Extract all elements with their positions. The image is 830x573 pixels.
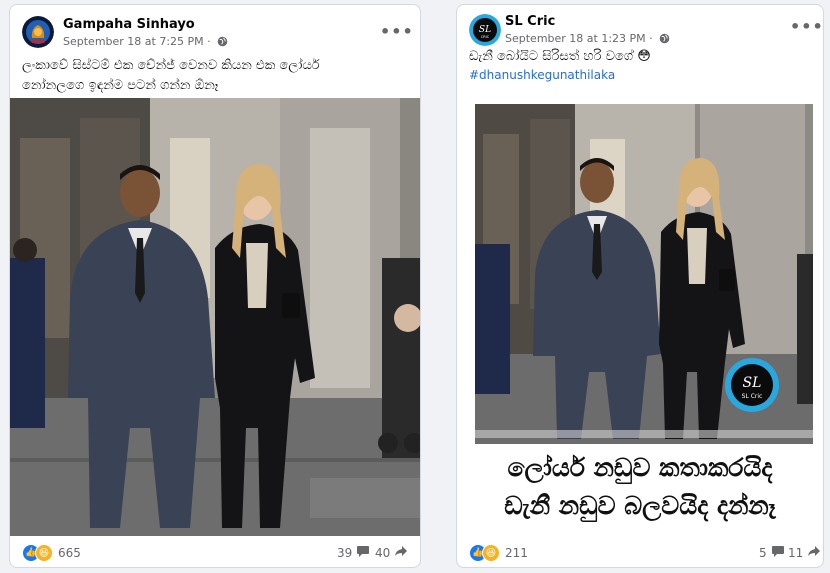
meme-line: ලෝයර් නඩුව කතාකරයිද — [507, 453, 773, 482]
slcric-logo-avatar[interactable]: SL CRIC — [469, 14, 501, 46]
post-footer: 👍 😆 665 39 40 — [10, 536, 420, 566]
share-stat[interactable]: 40 — [375, 544, 408, 561]
post-card-gampaha-sinhayo: Gampaha Sinhayo September 18 at 7:25 PM … — [9, 4, 421, 568]
page-name[interactable]: SL Cric — [505, 14, 555, 29]
flushed-emoji: 😳 — [637, 49, 651, 64]
svg-text:SL: SL — [479, 25, 491, 35]
share-count: 11 — [788, 545, 804, 560]
svg-text:CRIC: CRIC — [481, 35, 490, 39]
share-icon — [394, 544, 408, 561]
meme-text: ලෝයර් නඩුව කතාකරයිද ඩැනී නඩුව බලවයිද දන්… — [457, 449, 823, 525]
page-name[interactable]: Gampaha Sinhayo — [63, 17, 195, 32]
caption-line: නෝනලගෙ ඉඳන්ම පටන් ගන්න ඕනෑ — [22, 78, 219, 93]
post-meta: September 18 at 7:25 PM · — [63, 35, 228, 50]
meta-separator: · — [207, 35, 211, 48]
comment-count: 39 — [337, 545, 353, 560]
hashtag-link[interactable]: #dhanushkegunathilaka — [469, 66, 809, 84]
reaction-summary[interactable]: 👍 😆 665 — [22, 544, 81, 562]
globe-icon — [659, 33, 670, 47]
haha-reaction-icon: 😆 — [35, 544, 53, 562]
reaction-count: 211 — [505, 546, 528, 560]
comment-stat[interactable]: 39 — [337, 544, 370, 561]
lion-logo-avatar[interactable] — [22, 16, 54, 48]
caption-line: ඩැනී බෝයිට සිරිසත් හරි වගේ 😳 — [469, 48, 809, 66]
more-options-icon[interactable]: ••• — [790, 19, 823, 38]
globe-icon — [217, 36, 228, 50]
comment-icon — [771, 544, 785, 561]
post-photo[interactable]: SL SL Cric — [475, 104, 813, 444]
share-count: 40 — [375, 545, 391, 560]
svg-text:SL: SL — [743, 375, 762, 391]
haha-reaction-icon: 😆 — [482, 544, 500, 562]
comment-count: 5 — [759, 545, 767, 560]
post-footer: 👍 😆 211 5 11 — [457, 536, 823, 566]
post-date[interactable]: September 18 at 1:23 PM — [505, 32, 646, 45]
share-icon — [807, 544, 821, 561]
reaction-summary[interactable]: 👍 😆 211 — [469, 544, 528, 562]
post-caption: ලංකාවේ සිස්ටම් එක චේන්ජ් වෙනව කියන එක ලෝ… — [22, 56, 412, 96]
post-photo[interactable] — [10, 98, 420, 536]
meme-line: ඩැනී නඩුව බලවයිද දන්නෑ — [504, 491, 776, 520]
post-card-sl-cric: SL CRIC SL Cric September 18 at 1:23 PM … — [456, 4, 824, 568]
watermark-text: SL Cric — [742, 393, 763, 400]
more-options-icon[interactable]: ••• — [380, 24, 413, 43]
comment-icon — [356, 544, 370, 561]
caption-line: ලංකාවේ සිස්ටම් එක චේන්ජ් වෙනව කියන එක ලෝ… — [22, 58, 320, 73]
meta-separator: · — [649, 32, 653, 45]
reaction-count: 665 — [58, 546, 81, 560]
share-stat[interactable]: 11 — [788, 544, 821, 561]
post-caption: ඩැනී බෝයිට සිරිසත් හරි වගේ 😳 #dhanushkeg… — [469, 48, 809, 84]
post-date[interactable]: September 18 at 7:25 PM — [63, 35, 204, 48]
slcric-watermark: SL SL Cric — [725, 358, 779, 412]
comment-stat[interactable]: 5 — [759, 544, 785, 561]
post-meta: September 18 at 1:23 PM · — [505, 32, 670, 47]
caption-text: ඩැනී බෝයිට සිරිසත් හරි වගේ — [469, 49, 634, 64]
